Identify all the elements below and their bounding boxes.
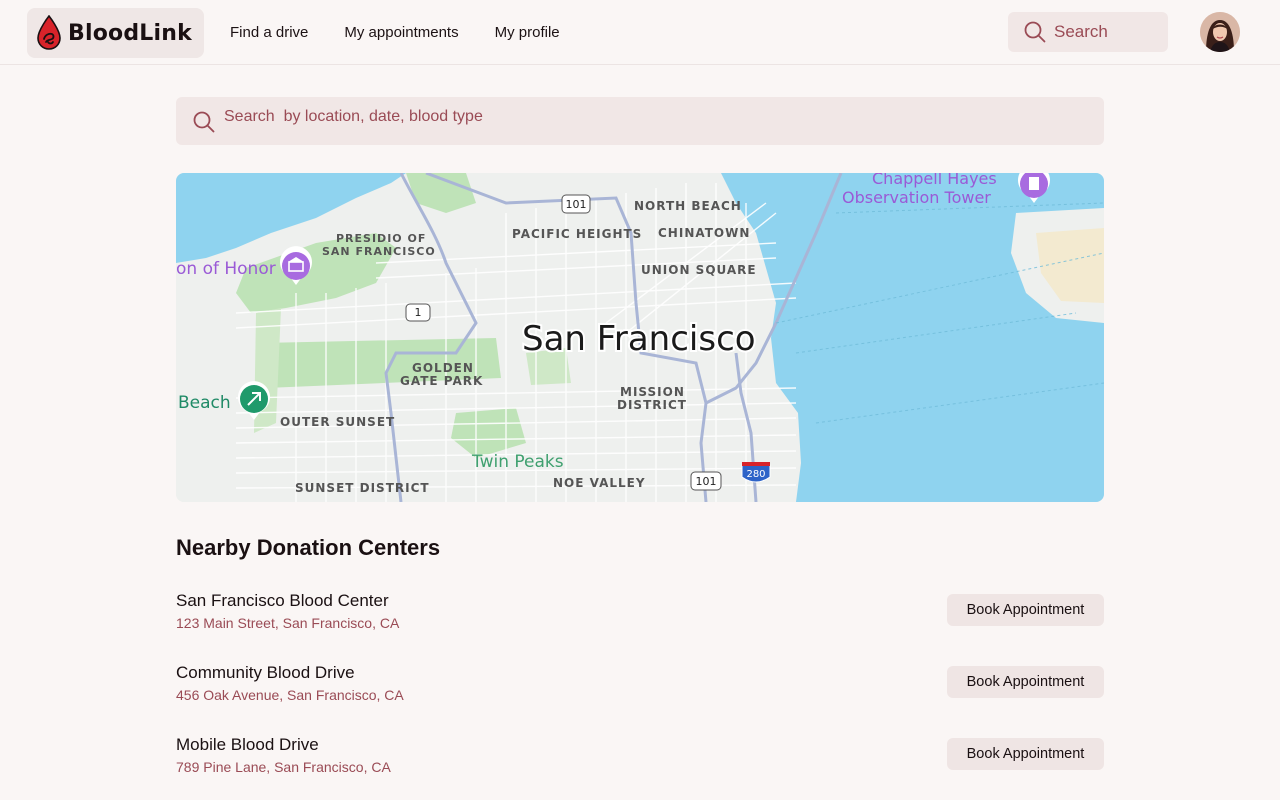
header-search-input[interactable]: Search (1008, 12, 1168, 52)
route-101-shield-bottom: 101 (690, 471, 722, 491)
section-title: Nearby Donation Centers (176, 535, 441, 560)
route-1-shield: 1 (405, 303, 431, 322)
label-golden-gate-2: GATE PARK (400, 374, 483, 388)
center-name: Community Blood Drive (176, 663, 355, 682)
book-appointment-button[interactable]: Book Appointment (947, 666, 1104, 698)
center-name: San Francisco Blood Center (176, 591, 389, 610)
header-search-placeholder: Search (1054, 22, 1108, 41)
label-sunset-district: SUNSET DISTRICT (295, 481, 430, 495)
label-north-beach: NORTH BEACH (634, 199, 742, 213)
label-chinatown: CHINATOWN (658, 226, 750, 240)
label-beach: Beach (178, 393, 231, 413)
svg-text:280: 280 (746, 469, 765, 480)
location-search-input[interactable]: Search by location, date, blood type (176, 97, 1104, 145)
nav-find-a-drive[interactable]: Find a drive (230, 24, 308, 41)
route-101-shield-top: 101 (561, 194, 591, 214)
label-chappell-1: Chappell Hayes (872, 173, 997, 188)
search-icon (1024, 21, 1046, 43)
book-appointment-button[interactable]: Book Appointment (947, 738, 1104, 770)
main-nav: Find a drive My appointments My profile (230, 24, 596, 41)
label-twin-peaks: Twin Peaks (471, 452, 564, 472)
user-avatar[interactable] (1200, 12, 1240, 52)
route-280-shield: 280 (741, 462, 771, 483)
list-item: Mobile Blood Drive 789 Pine Lane, San Fr… (176, 735, 1104, 785)
label-presidio-2: SAN FRANCISCO (322, 245, 436, 258)
label-golden-gate-1: GOLDEN (412, 361, 474, 375)
app-name: BloodLink (68, 20, 192, 46)
label-mission-1: MISSION (620, 385, 685, 399)
label-chappell-2: Observation Tower (842, 188, 991, 207)
svg-text:101: 101 (566, 198, 587, 211)
book-appointment-button[interactable]: Book Appointment (947, 594, 1104, 626)
center-address: 789 Pine Lane, San Francisco, CA (176, 759, 391, 775)
svg-text:101: 101 (696, 475, 717, 488)
center-address: 456 Oak Avenue, San Francisco, CA (176, 687, 404, 703)
label-noe-valley: NOE VALLEY (553, 476, 646, 490)
center-address: 123 Main Street, San Francisco, CA (176, 615, 400, 631)
label-pacific-heights: PACIFIC HEIGHTS (512, 227, 642, 241)
label-outer-sunset: OUTER SUNSET (280, 415, 395, 429)
label-union-square: UNION SQUARE (641, 263, 757, 277)
top-header: BloodLink Find a drive My appointments M… (0, 0, 1280, 65)
list-item: San Francisco Blood Center 123 Main Stre… (176, 591, 1104, 641)
location-search-placeholder: Search by location, date, blood type (224, 108, 483, 125)
label-legion-of-honor: on of Honor (176, 259, 276, 279)
app-logo[interactable]: BloodLink (27, 8, 204, 58)
center-name: Mobile Blood Drive (176, 735, 319, 754)
search-icon (193, 111, 215, 133)
avatar-portrait-icon (1200, 12, 1240, 52)
label-presidio-1: PRESIDIO OF (336, 232, 426, 245)
donation-map[interactable]: 101 1 101 280 NORTH BEACH PACIFIC HEIGHT… (176, 173, 1104, 502)
blood-drop-logo-icon (37, 15, 61, 50)
label-san-francisco: San Francisco (522, 319, 756, 359)
nav-my-profile[interactable]: My profile (495, 24, 560, 41)
map-canvas: 101 1 101 280 NORTH BEACH PACIFIC HEIGHT… (176, 173, 1104, 502)
list-item: Community Blood Drive 456 Oak Avenue, Sa… (176, 663, 1104, 713)
label-mission-2: DISTRICT (617, 398, 687, 412)
svg-text:1: 1 (415, 306, 422, 319)
nav-my-appointments[interactable]: My appointments (344, 24, 458, 41)
